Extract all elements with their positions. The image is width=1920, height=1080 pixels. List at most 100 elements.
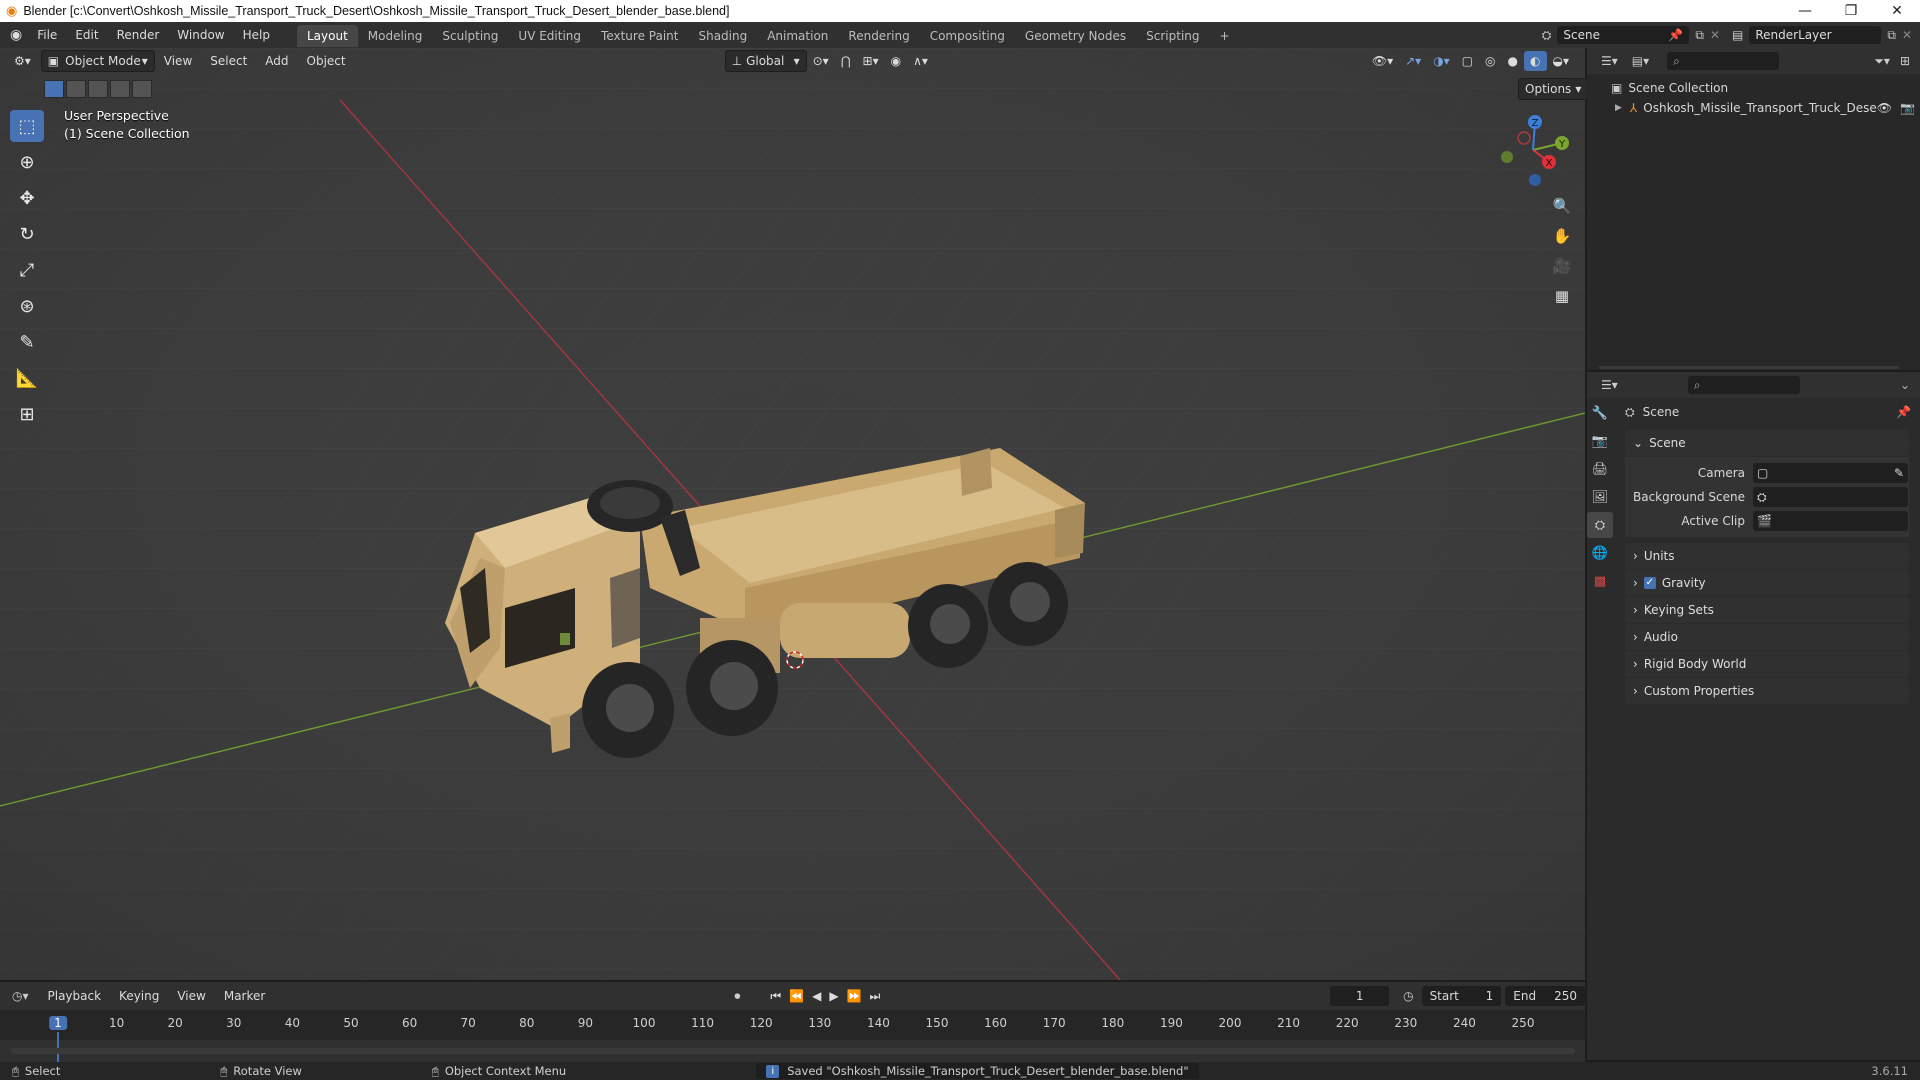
viewport-menu-add[interactable]: Add xyxy=(256,48,297,74)
timeline-ruler[interactable]: 1 10 20 30 40 50 60 70 80 90 100 110 120 130 140 150 160… xyxy=(0,1010,1585,1062)
eyedropper-icon[interactable]: ✎ xyxy=(1894,466,1904,480)
visibility-button[interactable]: 👁▾ xyxy=(1366,51,1399,71)
scene-selector[interactable]: Scene 📌 xyxy=(1557,26,1690,44)
properties-editor-icon[interactable]: ☰▾ xyxy=(1601,378,1618,392)
outliner-search-input[interactable]: ⌕ xyxy=(1667,52,1780,70)
blender-menu-icon[interactable]: ◉ xyxy=(10,27,22,43)
tab-view-layer[interactable]: 🖼 xyxy=(1587,484,1613,510)
cursor-tool[interactable]: ⊕ xyxy=(10,146,44,178)
new-collection-icon[interactable]: ⊞ xyxy=(1900,54,1910,68)
auto-keying-icon[interactable]: ⏺ xyxy=(734,989,740,1004)
timeline-menu-keying[interactable]: Keying xyxy=(110,983,168,1009)
jump-end-icon[interactable]: ⏭ xyxy=(870,989,881,1004)
tab-render[interactable]: 📷 xyxy=(1587,428,1613,454)
proportional-edit-toggle[interactable]: ◉ xyxy=(885,51,907,71)
transform-orientation-selector[interactable]: ⊥ Global ▾ xyxy=(724,50,807,72)
outliner-row-scene-collection[interactable]: ▣ Scene Collection xyxy=(1587,78,1920,98)
view-layer-icon[interactable]: ▤ xyxy=(1732,28,1743,42)
timeline-editor-icon[interactable]: ◷▾ xyxy=(12,989,29,1003)
tab-scene[interactable]: ⛭ xyxy=(1587,512,1613,538)
tab-shading[interactable]: Shading xyxy=(688,25,757,47)
tab-uv-editing[interactable]: UV Editing xyxy=(508,25,591,47)
eye-icon[interactable]: 👁 xyxy=(1877,101,1892,115)
active-clip-field[interactable]: 🎬 xyxy=(1753,511,1908,531)
pin-icon[interactable]: 📌 xyxy=(1896,405,1911,419)
overlays-toggle[interactable]: ◑▾ xyxy=(1427,51,1456,71)
delete-scene-icon[interactable]: ✕ xyxy=(1710,28,1720,42)
viewport-menu-select[interactable]: Select xyxy=(201,48,256,74)
tab-texture-paint[interactable]: Texture Paint xyxy=(591,25,688,47)
falloff-button[interactable]: ∧▾ xyxy=(907,51,934,71)
camera-field[interactable]: ▢ ✎ xyxy=(1753,463,1908,483)
background-scene-field[interactable]: ⛭ xyxy=(1753,487,1908,507)
audio-panel-header[interactable]: › Audio xyxy=(1625,624,1909,650)
tab-rendering[interactable]: Rendering xyxy=(838,25,919,47)
ortho-toggle-button[interactable]: ▦ xyxy=(1548,282,1576,310)
preview-range-icon[interactable]: ◷ xyxy=(1403,989,1413,1003)
keying-sets-panel-header[interactable]: › Keying Sets xyxy=(1625,597,1909,623)
timeline-scrollbar[interactable] xyxy=(10,1048,1575,1054)
tab-modeling[interactable]: Modeling xyxy=(358,25,433,47)
scene-panel-header[interactable]: ⌄ Scene xyxy=(1625,430,1909,456)
zoom-view-button[interactable]: 🔍 xyxy=(1548,192,1576,220)
status-report[interactable]: i Saved "Oshkosh_Missile_Transport_Truck… xyxy=(756,1063,1199,1079)
outliner-row-object[interactable]: ▶ ⅄ Oshkosh_Missile_Transport_Truck_Dese… xyxy=(1587,98,1920,118)
jump-keyframe-forward-icon[interactable]: ⏩ xyxy=(847,989,862,1003)
annotate-tool[interactable]: ✎ xyxy=(10,326,44,358)
select-box-tool[interactable]: ⬚ xyxy=(10,110,44,142)
jump-start-icon[interactable]: ⏮ xyxy=(770,989,781,1004)
pan-view-button[interactable]: ✋ xyxy=(1548,222,1576,250)
timeline-menu-view[interactable]: View xyxy=(168,983,214,1009)
neg-x-handle[interactable] xyxy=(1517,131,1531,145)
camera-view-button[interactable]: 🎥 xyxy=(1548,252,1576,280)
pivot-point-button[interactable]: ⊙▾ xyxy=(807,51,835,71)
pin-icon[interactable]: 📌 xyxy=(1668,28,1683,42)
editor-type-button[interactable]: ⚙▾ xyxy=(8,51,37,71)
move-tool[interactable]: ✥ xyxy=(10,182,44,214)
menu-file[interactable]: File xyxy=(28,22,66,48)
tab-texture[interactable]: ▩ xyxy=(1587,568,1613,594)
timeline-menu-playback[interactable]: Playback xyxy=(39,983,111,1009)
start-frame-field[interactable]: Start 1 xyxy=(1421,986,1502,1006)
viewport-canvas[interactable] xyxy=(0,48,1585,980)
close-button[interactable]: ✕ xyxy=(1874,3,1920,19)
menu-window[interactable]: Window xyxy=(168,22,233,48)
tab-scripting[interactable]: Scripting xyxy=(1136,25,1209,47)
tab-layout[interactable]: Layout xyxy=(296,25,358,47)
rotate-tool[interactable]: ↻ xyxy=(10,218,44,250)
camera-render-icon[interactable]: 📷 xyxy=(1900,101,1915,115)
end-frame-field[interactable]: End 250 xyxy=(1505,986,1585,1006)
wireframe-shading-button[interactable]: ◎ xyxy=(1479,51,1501,71)
material-shading-button[interactable]: ◐ xyxy=(1524,51,1547,71)
mode-selector[interactable]: ▣ Object Mode ▾ xyxy=(40,50,155,72)
outliner-editor-icon[interactable]: ☰▾ xyxy=(1601,54,1618,68)
solid-shading-button[interactable]: ● xyxy=(1502,51,1524,71)
scale-tool[interactable]: ⤢ xyxy=(10,254,44,286)
tab-world[interactable]: 🌐 xyxy=(1587,540,1613,566)
tab-sculpting[interactable]: Sculpting xyxy=(432,25,508,47)
viewport-menu-view[interactable]: View xyxy=(155,48,201,74)
units-panel-header[interactable]: › Units xyxy=(1625,543,1909,569)
measure-tool[interactable]: 📐 xyxy=(10,362,44,394)
menu-render[interactable]: Render xyxy=(108,22,169,48)
custom-properties-panel-header[interactable]: › Custom Properties xyxy=(1625,678,1909,704)
3d-viewport[interactable] xyxy=(0,48,1585,980)
gravity-panel-header[interactable]: › ✓ Gravity xyxy=(1625,570,1909,596)
scene-icon[interactable]: ⛭ xyxy=(1542,28,1552,43)
new-scene-icon[interactable]: ⧉ xyxy=(1695,28,1704,43)
select-intersect-button[interactable] xyxy=(132,80,152,98)
select-new-button[interactable] xyxy=(44,80,64,98)
new-view-layer-icon[interactable]: ⧉ xyxy=(1887,28,1896,43)
select-subtract-button[interactable] xyxy=(88,80,108,98)
playhead[interactable] xyxy=(57,1032,59,1062)
tab-animation[interactable]: Animation xyxy=(757,25,838,47)
menu-help[interactable]: Help xyxy=(234,22,279,48)
xray-toggle[interactable]: ▢ xyxy=(1456,51,1479,71)
expand-arrow-icon[interactable]: ▶ xyxy=(1615,103,1622,113)
tab-output[interactable]: 🖨 xyxy=(1587,456,1613,482)
snap-target-button[interactable]: ⊞▾ xyxy=(857,51,885,71)
minimize-button[interactable]: — xyxy=(1782,3,1828,19)
options-button[interactable]: Options ▾ xyxy=(1518,78,1589,100)
properties-search-input[interactable]: ⌕ xyxy=(1687,376,1800,394)
delete-view-layer-icon[interactable]: ✕ xyxy=(1902,28,1912,42)
